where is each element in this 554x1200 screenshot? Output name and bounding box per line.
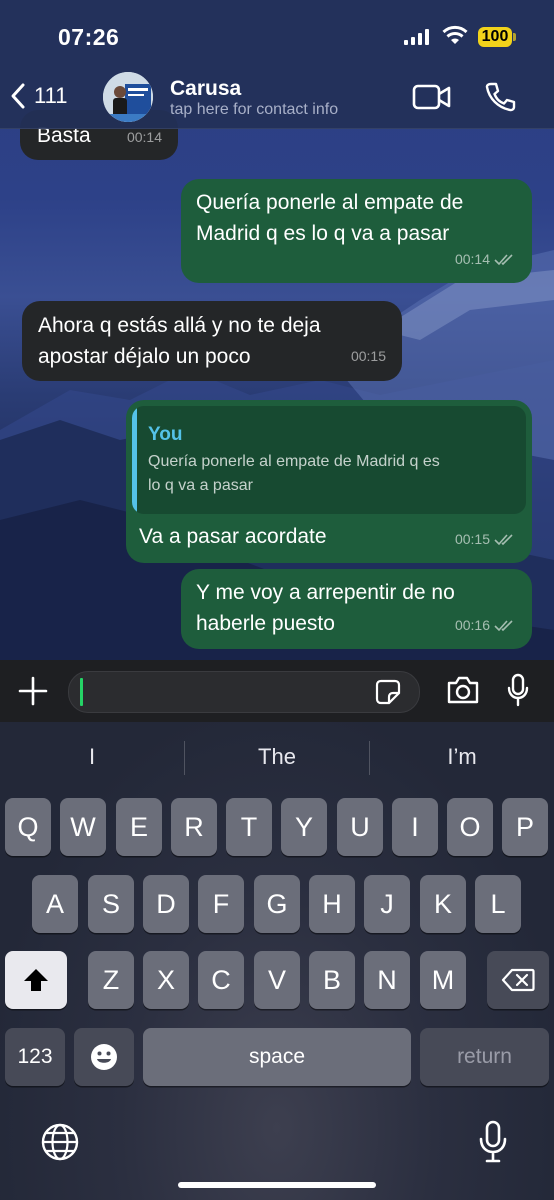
message-timestamp: 00:14: [454, 251, 490, 267]
quote-text-line: lo q va a pasar: [148, 477, 253, 494]
message-text-line: Madrid q es lo q va a pasar: [196, 222, 450, 245]
camera-icon[interactable]: [446, 675, 480, 705]
suggestion-divider: [369, 741, 370, 775]
contact-info-hint[interactable]: tap here for contact info: [170, 101, 338, 119]
quote-accent-bar: [132, 406, 137, 514]
key-z[interactable]: Z: [88, 951, 134, 1009]
unread-chats-count: 111: [34, 83, 68, 108]
key-u[interactable]: U: [337, 798, 383, 856]
key-m[interactable]: M: [420, 951, 466, 1009]
key-y[interactable]: Y: [281, 798, 327, 856]
avatar-photo: [103, 72, 153, 122]
message-timestamp: 00:16: [454, 617, 490, 633]
message-meta: 00:14: [455, 244, 516, 275]
key-t[interactable]: T: [226, 798, 272, 856]
key-f[interactable]: F: [198, 875, 244, 933]
message-text-line: Y me voy a arrepentir de no: [196, 581, 455, 604]
key-j[interactable]: J: [364, 875, 410, 933]
chevron-left-icon: [11, 83, 25, 109]
suggestion-item[interactable]: I: [2, 744, 182, 770]
status-time: 07:26: [58, 24, 120, 50]
wifi-icon: [442, 25, 468, 44]
key-o[interactable]: O: [447, 798, 493, 856]
sticker-icon[interactable]: [375, 679, 401, 705]
key-v[interactable]: V: [254, 951, 300, 1009]
home-indicator[interactable]: [178, 1182, 376, 1188]
key-c[interactable]: C: [198, 951, 244, 1009]
read-receipt-icon: [494, 533, 513, 545]
quote-text: Quería ponerle al empate de Madrid q es …: [148, 450, 512, 498]
key-e[interactable]: E: [116, 798, 162, 856]
message-timestamp: 00:15: [454, 531, 490, 547]
phone-icon[interactable]: [484, 82, 516, 112]
message-text-line: haberle puesto: [196, 612, 335, 635]
plus-icon[interactable]: [18, 676, 48, 706]
key-x[interactable]: X: [143, 951, 189, 1009]
key-k[interactable]: K: [420, 875, 466, 933]
key-q[interactable]: Q: [5, 798, 51, 856]
key-d[interactable]: D: [143, 875, 189, 933]
avatar[interactable]: [103, 72, 153, 122]
suggestion-item[interactable]: The: [187, 744, 367, 770]
text-cursor: [80, 678, 83, 706]
quoted-message[interactable]: You Quería ponerle al empate de Madrid q…: [132, 406, 526, 514]
message-bubble-outgoing[interactable]: Quería ponerle al empate de Madrid q es …: [181, 179, 532, 283]
message-text-line: Ahora q estás allá y no te deja: [38, 314, 321, 337]
battery-indicator: 100: [478, 27, 512, 47]
back-button[interactable]: 111: [10, 82, 67, 110]
key-i[interactable]: I: [392, 798, 438, 856]
read-receipt-icon: [494, 253, 513, 265]
message-text-line: apostar déjalo un poco: [38, 345, 251, 368]
shift-key[interactable]: [5, 951, 67, 1009]
key-n[interactable]: N: [364, 951, 410, 1009]
message-bubble-incoming[interactable]: Ahora q estás allá y no te deja apostar …: [22, 301, 402, 381]
suggestion-divider: [184, 741, 185, 775]
space-key[interactable]: space: [143, 1028, 411, 1086]
key-p[interactable]: P: [502, 798, 548, 856]
chat-header: 07:26 100 111 Carusa tap here for contac…: [0, 0, 554, 129]
cellular-signal-icon: [404, 29, 429, 45]
numbers-key[interactable]: 123: [5, 1028, 65, 1086]
suggestion-item[interactable]: I’m: [372, 744, 552, 770]
key-b[interactable]: B: [309, 951, 355, 1009]
key-g[interactable]: G: [254, 875, 300, 933]
message-timestamp: 00:15: [350, 348, 386, 364]
key-r[interactable]: R: [171, 798, 217, 856]
backspace-key[interactable]: [487, 951, 549, 1009]
backspace-icon: [501, 968, 535, 992]
quote-text-line: Quería ponerle al empate de Madrid q es: [148, 453, 440, 470]
battery-tip: [513, 33, 516, 41]
video-call-icon[interactable]: [412, 84, 452, 110]
message-meta: 00:16: [455, 610, 516, 641]
globe-icon[interactable]: [40, 1122, 80, 1162]
shift-icon: [24, 969, 48, 991]
contact-name[interactable]: Carusa: [170, 77, 241, 101]
key-a[interactable]: A: [32, 875, 78, 933]
key-h[interactable]: H: [309, 875, 355, 933]
emoji-icon: [91, 1044, 117, 1070]
message-text: Va a pasar acordate: [139, 525, 327, 548]
quote-author: You: [148, 424, 183, 445]
dictation-microphone-icon[interactable]: [478, 1120, 508, 1164]
message-input[interactable]: [68, 671, 420, 713]
emoji-key[interactable]: [74, 1028, 134, 1086]
message-bubble-outgoing[interactable]: Y me voy a arrepentir de no haberle pues…: [181, 569, 532, 649]
read-receipt-icon: [494, 619, 513, 631]
message-bubble-outgoing-reply[interactable]: You Quería ponerle al empate de Madrid q…: [126, 400, 532, 563]
key-s[interactable]: S: [88, 875, 134, 933]
message-text-line: Quería ponerle al empate de: [196, 191, 464, 214]
return-key[interactable]: return: [420, 1028, 549, 1086]
key-l[interactable]: L: [475, 875, 521, 933]
message-meta: 00:15: [455, 524, 516, 555]
microphone-icon[interactable]: [506, 673, 530, 707]
key-w[interactable]: W: [60, 798, 106, 856]
